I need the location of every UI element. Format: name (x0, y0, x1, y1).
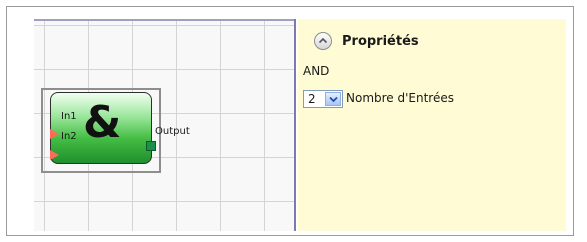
inputs-count-select[interactable]: 2 (303, 90, 343, 108)
output-label: Output (155, 126, 190, 137)
properties-panel: Propriétés AND 2 Nombre d'Entrées (298, 19, 566, 231)
inputs-count-label: Nombre d'Entrées (346, 91, 454, 105)
inputs-count-value: 2 (308, 92, 316, 106)
input-2-pin[interactable] (50, 150, 59, 160)
block-type-label: AND (303, 64, 330, 78)
chevron-up-icon[interactable] (314, 32, 332, 50)
input-2-label: In2 (61, 131, 77, 142)
canvas-top-border (34, 19, 294, 21)
and-symbol: & (83, 97, 122, 148)
input-1-pin[interactable] (50, 129, 59, 139)
input-1-label: In1 (61, 111, 77, 122)
chevron-down-icon[interactable] (325, 92, 341, 106)
and-logic-block[interactable]: In1 In2 & (50, 92, 152, 164)
properties-title: Propriétés (342, 34, 419, 49)
output-pin[interactable] (146, 141, 156, 151)
